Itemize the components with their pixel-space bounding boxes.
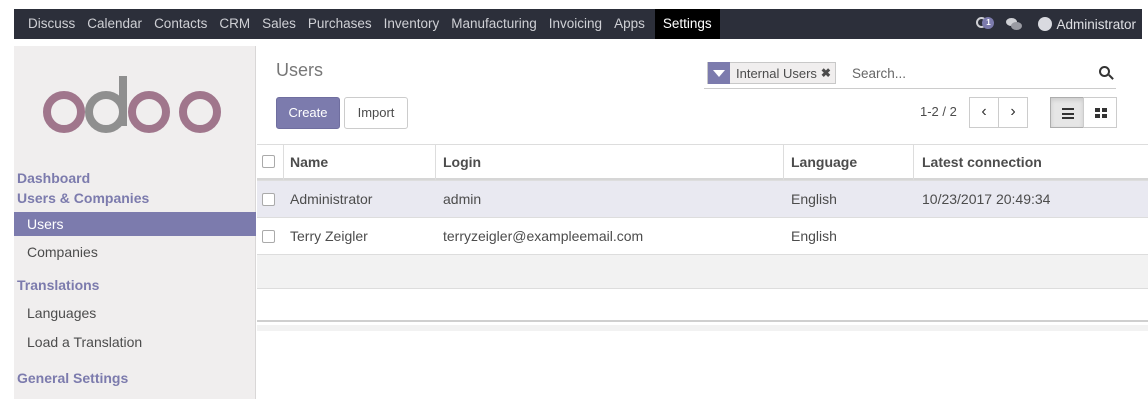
search-options-icon[interactable] <box>1098 65 1114 81</box>
list-view-button[interactable] <box>1050 97 1084 128</box>
sidebar-section-general-settings[interactable]: General Settings <box>14 366 256 390</box>
column-divider <box>283 144 284 180</box>
app-menu: Discuss Calendar Contacts CRM Sales Purc… <box>14 9 720 39</box>
top-navbar: Discuss Calendar Contacts CRM Sales Purc… <box>0 0 1148 46</box>
cell-name: Administrator <box>290 191 373 207</box>
cell-name: Terry Zeigler <box>290 228 368 244</box>
kanban-view-button[interactable] <box>1083 97 1117 128</box>
page-title: Users <box>276 60 324 80</box>
pager-next-button[interactable]: › <box>998 97 1028 128</box>
user-menu[interactable]: Administrator <box>1056 17 1136 32</box>
sidebar-item-users[interactable]: Users <box>14 212 256 236</box>
menu-invoicing[interactable]: Invoicing <box>543 9 608 39</box>
sidebar-item-load-translation[interactable]: Load a Translation <box>14 330 256 354</box>
menu-purchases[interactable]: Purchases <box>302 9 378 39</box>
avatar[interactable] <box>1038 17 1053 31</box>
menu-sales[interactable]: Sales <box>256 9 302 39</box>
table-header: Name Login Language Latest connection <box>257 144 1148 180</box>
create-button[interactable]: Create <box>276 97 340 129</box>
menu-calendar[interactable]: Calendar <box>81 9 148 39</box>
table-footer <box>257 325 1148 331</box>
filter-icon <box>708 62 730 84</box>
odoo-logo[interactable] <box>40 74 230 134</box>
search-facet: Internal Users ✖ <box>707 62 836 84</box>
menu-inventory[interactable]: Inventory <box>378 9 446 39</box>
column-divider <box>783 144 784 180</box>
cell-login: admin <box>443 191 482 207</box>
column-divider <box>435 144 436 180</box>
search-bar: Internal Users ✖ <box>704 57 1116 89</box>
menu-discuss[interactable]: Discuss <box>22 9 81 39</box>
menu-manufacturing[interactable]: Manufacturing <box>445 9 543 39</box>
navbar-right: 1 Administrator <box>976 9 1142 39</box>
messaging-icon[interactable] <box>1006 17 1023 31</box>
kanban-view-icon <box>1095 108 1107 118</box>
menu-crm[interactable]: CRM <box>213 9 256 39</box>
row-checkbox[interactable] <box>262 230 275 243</box>
sidebar-item-languages[interactable]: Languages <box>14 301 256 325</box>
sidebar-section-users-companies[interactable]: Users & Companies <box>14 186 256 210</box>
pager-value[interactable]: 1-2 / 2 <box>920 104 957 119</box>
empty-row <box>257 288 1148 322</box>
import-button[interactable]: Import <box>344 97 408 129</box>
pager-previous-button[interactable]: ‹ <box>969 97 999 128</box>
cell-login: terryzeigler@exampleemail.com <box>443 228 644 244</box>
search-input[interactable] <box>852 63 1082 83</box>
list-view-icon <box>1062 108 1074 119</box>
table-row[interactable]: Administrator admin English 10/23/2017 2… <box>257 180 1148 217</box>
row-checkbox[interactable] <box>262 193 275 206</box>
column-header-latest-connection[interactable]: Latest connection <box>922 145 1042 178</box>
facet-remove-icon[interactable]: ✖ <box>821 66 835 80</box>
activity-icon[interactable]: 1 <box>976 17 995 31</box>
column-header-language[interactable]: Language <box>791 145 857 178</box>
column-header-name[interactable]: Name <box>290 145 328 178</box>
menu-contacts[interactable]: Contacts <box>148 9 213 39</box>
navbar-inner: Discuss Calendar Contacts CRM Sales Purc… <box>14 9 1142 39</box>
sidebar: Dashboard Users & Companies Users Compan… <box>14 46 256 399</box>
users-table: Name Login Language Latest connection Ad… <box>257 144 1148 322</box>
column-header-login[interactable]: Login <box>443 145 481 178</box>
empty-row <box>257 254 1148 288</box>
notification-badge: 1 <box>982 17 995 29</box>
select-all-checkbox[interactable] <box>262 154 275 168</box>
cell-language: English <box>791 191 837 207</box>
column-divider <box>913 144 914 180</box>
menu-apps[interactable]: Apps <box>608 9 651 39</box>
cell-language: English <box>791 228 837 244</box>
sidebar-item-companies[interactable]: Companies <box>14 240 256 264</box>
cell-latest-connection: 10/23/2017 20:49:34 <box>922 191 1051 207</box>
sidebar-section-translations[interactable]: Translations <box>14 273 256 297</box>
table-row[interactable]: Terry Zeigler terryzeigler@exampleemail.… <box>257 217 1148 254</box>
menu-settings[interactable]: Settings <box>654 9 720 39</box>
facet-label: Internal Users <box>736 65 817 81</box>
